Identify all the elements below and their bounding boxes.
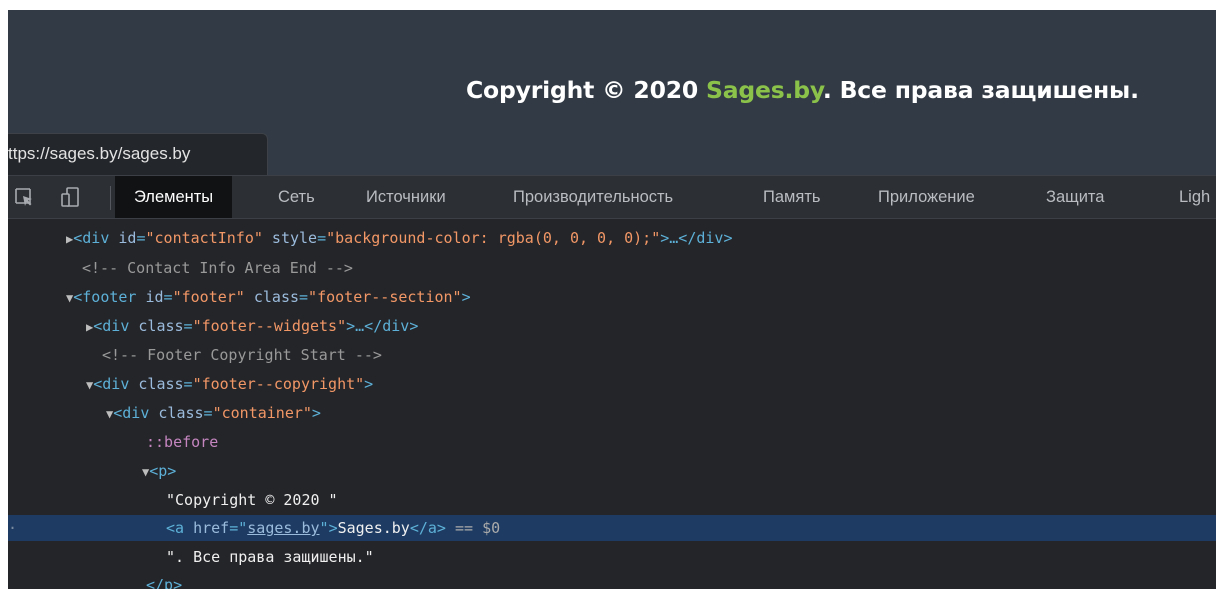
selection-dot: · [8,519,18,537]
inspect-element-icon[interactable] [14,187,34,207]
device-toolbar-icon[interactable] [60,187,80,207]
tab-memory[interactable]: Память [763,176,820,218]
brand-link[interactable]: Sages.by [706,76,823,104]
tab-elements[interactable]: Элементы [115,176,233,218]
tree-node-contactinfo[interactable]: ▶<div id="contactInfo" style="background… [8,225,1216,251]
tree-pseudo-before[interactable]: ::before [8,429,1216,455]
elements-tree: ▶<div id="contactInfo" style="background… [8,219,1216,589]
tree-node-footer-copyright[interactable]: ▼<div class="footer--copyright"> [8,371,1216,397]
tab-performance[interactable]: Производительность [513,176,673,218]
copyright-prefix: Copyright © 2020 [466,76,707,104]
tree-node-container[interactable]: ▼<div class="container"> [8,400,1216,426]
copyright-text: Copyright © 2020 Sages.by. Все права защ… [466,76,1206,104]
tree-node-footer-widgets[interactable]: ▶<div class="footer--widgets">…</div> [8,313,1216,339]
devtools-toolbar: Элементы Сеть Источники Производительнос… [8,175,1216,219]
tab-network[interactable]: Сеть [278,176,315,218]
tree-node-anchor-selected[interactable]: · <a href="sages.by">Sages.by</a> == $0 [8,515,1216,541]
copyright-suffix: . Все права защишены. [822,76,1139,104]
tree-node-footer[interactable]: ▼<footer id="footer" class="footer--sect… [8,284,1216,310]
tab-security[interactable]: Защита [1046,176,1104,218]
tree-text-node[interactable]: "Copyright © 2020 " [8,487,1216,513]
tab-sources[interactable]: Источники [366,176,446,218]
tree-comment[interactable]: <!-- Footer Copyright Start --> [8,342,1216,368]
tab-lighthouse[interactable]: Ligh [1179,176,1210,218]
tab-application[interactable]: Приложение [878,176,975,218]
href-link[interactable]: sages.by [247,519,319,537]
tree-node-p[interactable]: ▼<p> [8,458,1216,484]
tree-comment[interactable]: <!-- Contact Info Area End --> [8,255,1216,281]
tree-text-node[interactable]: ". Все права защишены." [8,544,1216,570]
top-margin [0,0,1216,10]
toolbar-divider [110,186,111,210]
url-tooltip: ttps://sages.by/sages.by [8,133,268,175]
tree-node-p-close[interactable]: </p> [8,572,1216,589]
left-margin [0,0,8,589]
